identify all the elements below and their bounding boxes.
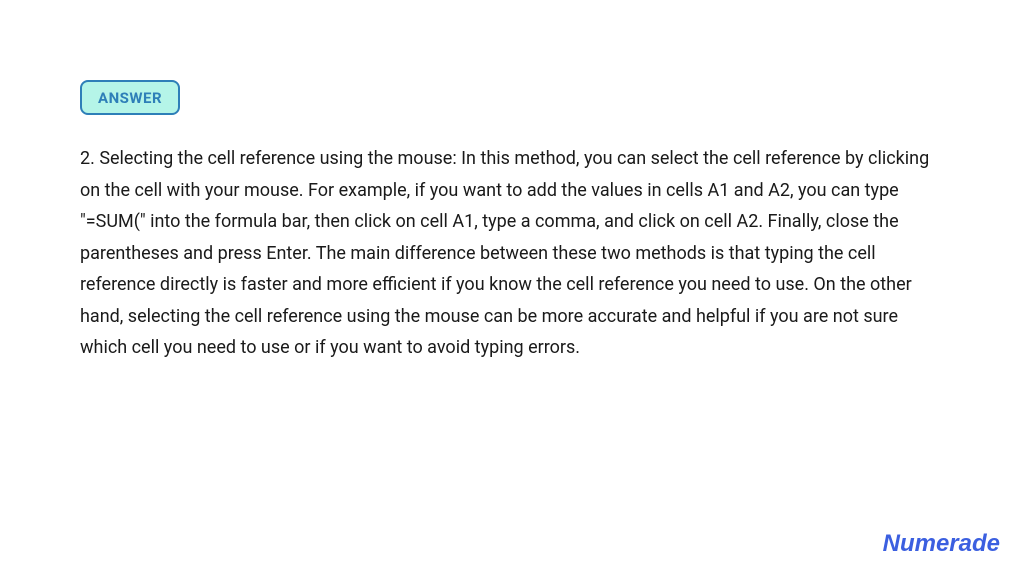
brand-logo: Numerade: [883, 530, 1000, 558]
answer-badge-label: ANSWER: [98, 89, 162, 107]
answer-badge: ANSWER: [80, 80, 180, 115]
answer-body-text: 2. Selecting the cell reference using th…: [80, 143, 944, 364]
